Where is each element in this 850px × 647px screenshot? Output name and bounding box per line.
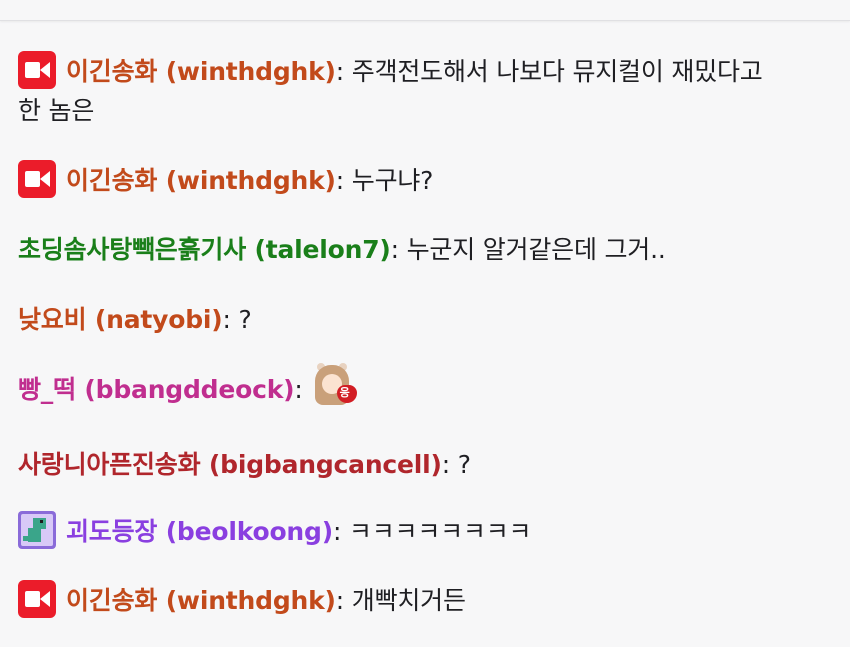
chat-message: 초딩솜사탕빽은흙기사 (talelon7): 누군지 알거같은데 그거.. — [18, 230, 818, 269]
girl-heart-emote[interactable]: 응 — [309, 363, 361, 409]
chat-username[interactable]: 사랑니아픈진송화 (bigbangcancell) — [18, 450, 442, 479]
dino-icon — [18, 511, 56, 549]
chat-username[interactable]: 이긴송화 (winthdghk) — [66, 586, 336, 615]
emote-heart-text: 응 — [339, 386, 350, 399]
chat-message-text: : ㅋㅋㅋㅋㅋㅋㅋㅋ — [332, 517, 532, 546]
chat-message: 빵_떡 (bbangddeock): 응 — [18, 363, 818, 409]
chat-message-text: : ? — [441, 450, 471, 479]
chat-message-text: : 주객전도해서 나보다 뮤지컬이 재밌다고 — [335, 57, 763, 86]
camera-icon — [18, 160, 56, 198]
chat-message-text-continued: 한 놈은 — [18, 96, 95, 125]
chat-username[interactable]: 이긴송화 (winthdghk) — [66, 166, 336, 195]
camera-icon — [18, 580, 56, 618]
chat-message: 이긴송화 (winthdghk): 누구냐? — [18, 160, 818, 200]
chat-message: 이긴송화 (winthdghk): 개빡치거든 — [18, 580, 818, 620]
chat-username[interactable]: 초딩솜사탕빽은흙기사 (talelon7) — [18, 235, 391, 264]
chat-username[interactable]: 괴도등장 (beolkoong) — [66, 517, 333, 546]
chat-username[interactable]: 낮요비 (natyobi) — [18, 305, 223, 334]
chat-message: 이긴송화 (winthdghk): 주객전도해서 나보다 뮤지컬이 재밌다고한 … — [18, 51, 818, 130]
chat-message-text: : 개빡치거든 — [335, 586, 466, 615]
top-header-bar — [0, 0, 850, 21]
chat-message-text: : — [294, 375, 303, 404]
chat-message: 낮요비 (natyobi): ? — [18, 300, 818, 339]
chat-message-text: : 누군지 알거같은데 그거.. — [390, 235, 666, 264]
camera-icon — [18, 51, 56, 89]
chat-message: 괴도등장 (beolkoong): ㅋㅋㅋㅋㅋㅋㅋㅋ — [18, 511, 818, 551]
chat-username[interactable]: 이긴송화 (winthdghk) — [66, 57, 336, 86]
chat-username[interactable]: 빵_떡 (bbangddeock) — [18, 375, 295, 404]
chat-message-text: : ? — [222, 305, 252, 334]
chat-message-text: : 누구냐? — [335, 166, 434, 195]
chat-message: 사랑니아픈진송화 (bigbangcancell): ? — [18, 445, 818, 484]
